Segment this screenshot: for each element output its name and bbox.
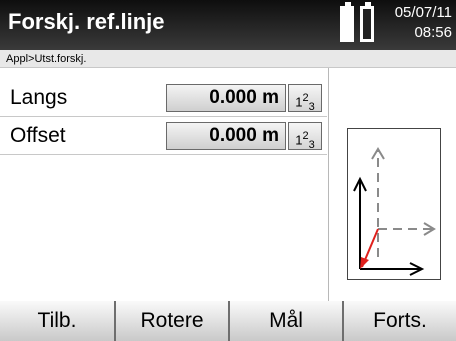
battery-icon — [360, 2, 374, 42]
numeric-input-icon[interactable]: 123 — [288, 122, 322, 151]
softkey-bar: Tilb. Rotere Mål Forts. — [0, 301, 456, 341]
back-button[interactable]: Tilb. — [0, 301, 116, 341]
rotate-button[interactable]: Rotere — [116, 301, 230, 341]
field-label-offset: Offset — [10, 124, 66, 147]
offset-value-field[interactable]: 0.000 m — [166, 122, 286, 150]
field-row-offset: Offset 0.000 m 123 — [0, 120, 327, 155]
field-label-langs: Langs — [10, 86, 68, 109]
title-bar: Forskj. ref.linje 05/07/11 08:56 — [0, 0, 456, 50]
offset-reference-line-diagram — [347, 128, 441, 280]
breadcrumb: Appl>Utst.forskj. — [0, 50, 456, 68]
langs-value-field[interactable]: 0.000 m — [166, 84, 286, 112]
continue-button[interactable]: Forts. — [344, 301, 456, 341]
measure-button[interactable]: Mål — [230, 301, 344, 341]
main-content: Langs 0.000 m 123 Offset 0.000 m 123 — [0, 68, 456, 301]
input-panel: Langs 0.000 m 123 Offset 0.000 m 123 — [0, 68, 327, 301]
diagram-panel — [328, 68, 456, 301]
page-title: Forskj. ref.linje — [8, 9, 165, 34]
date-display: 05/07/11 — [394, 4, 452, 21]
battery-full-icon — [340, 2, 354, 42]
numeric-input-icon[interactable]: 123 — [288, 84, 322, 113]
time-display: 08:56 — [414, 24, 452, 41]
field-row-langs: Langs 0.000 m 123 — [0, 82, 327, 117]
